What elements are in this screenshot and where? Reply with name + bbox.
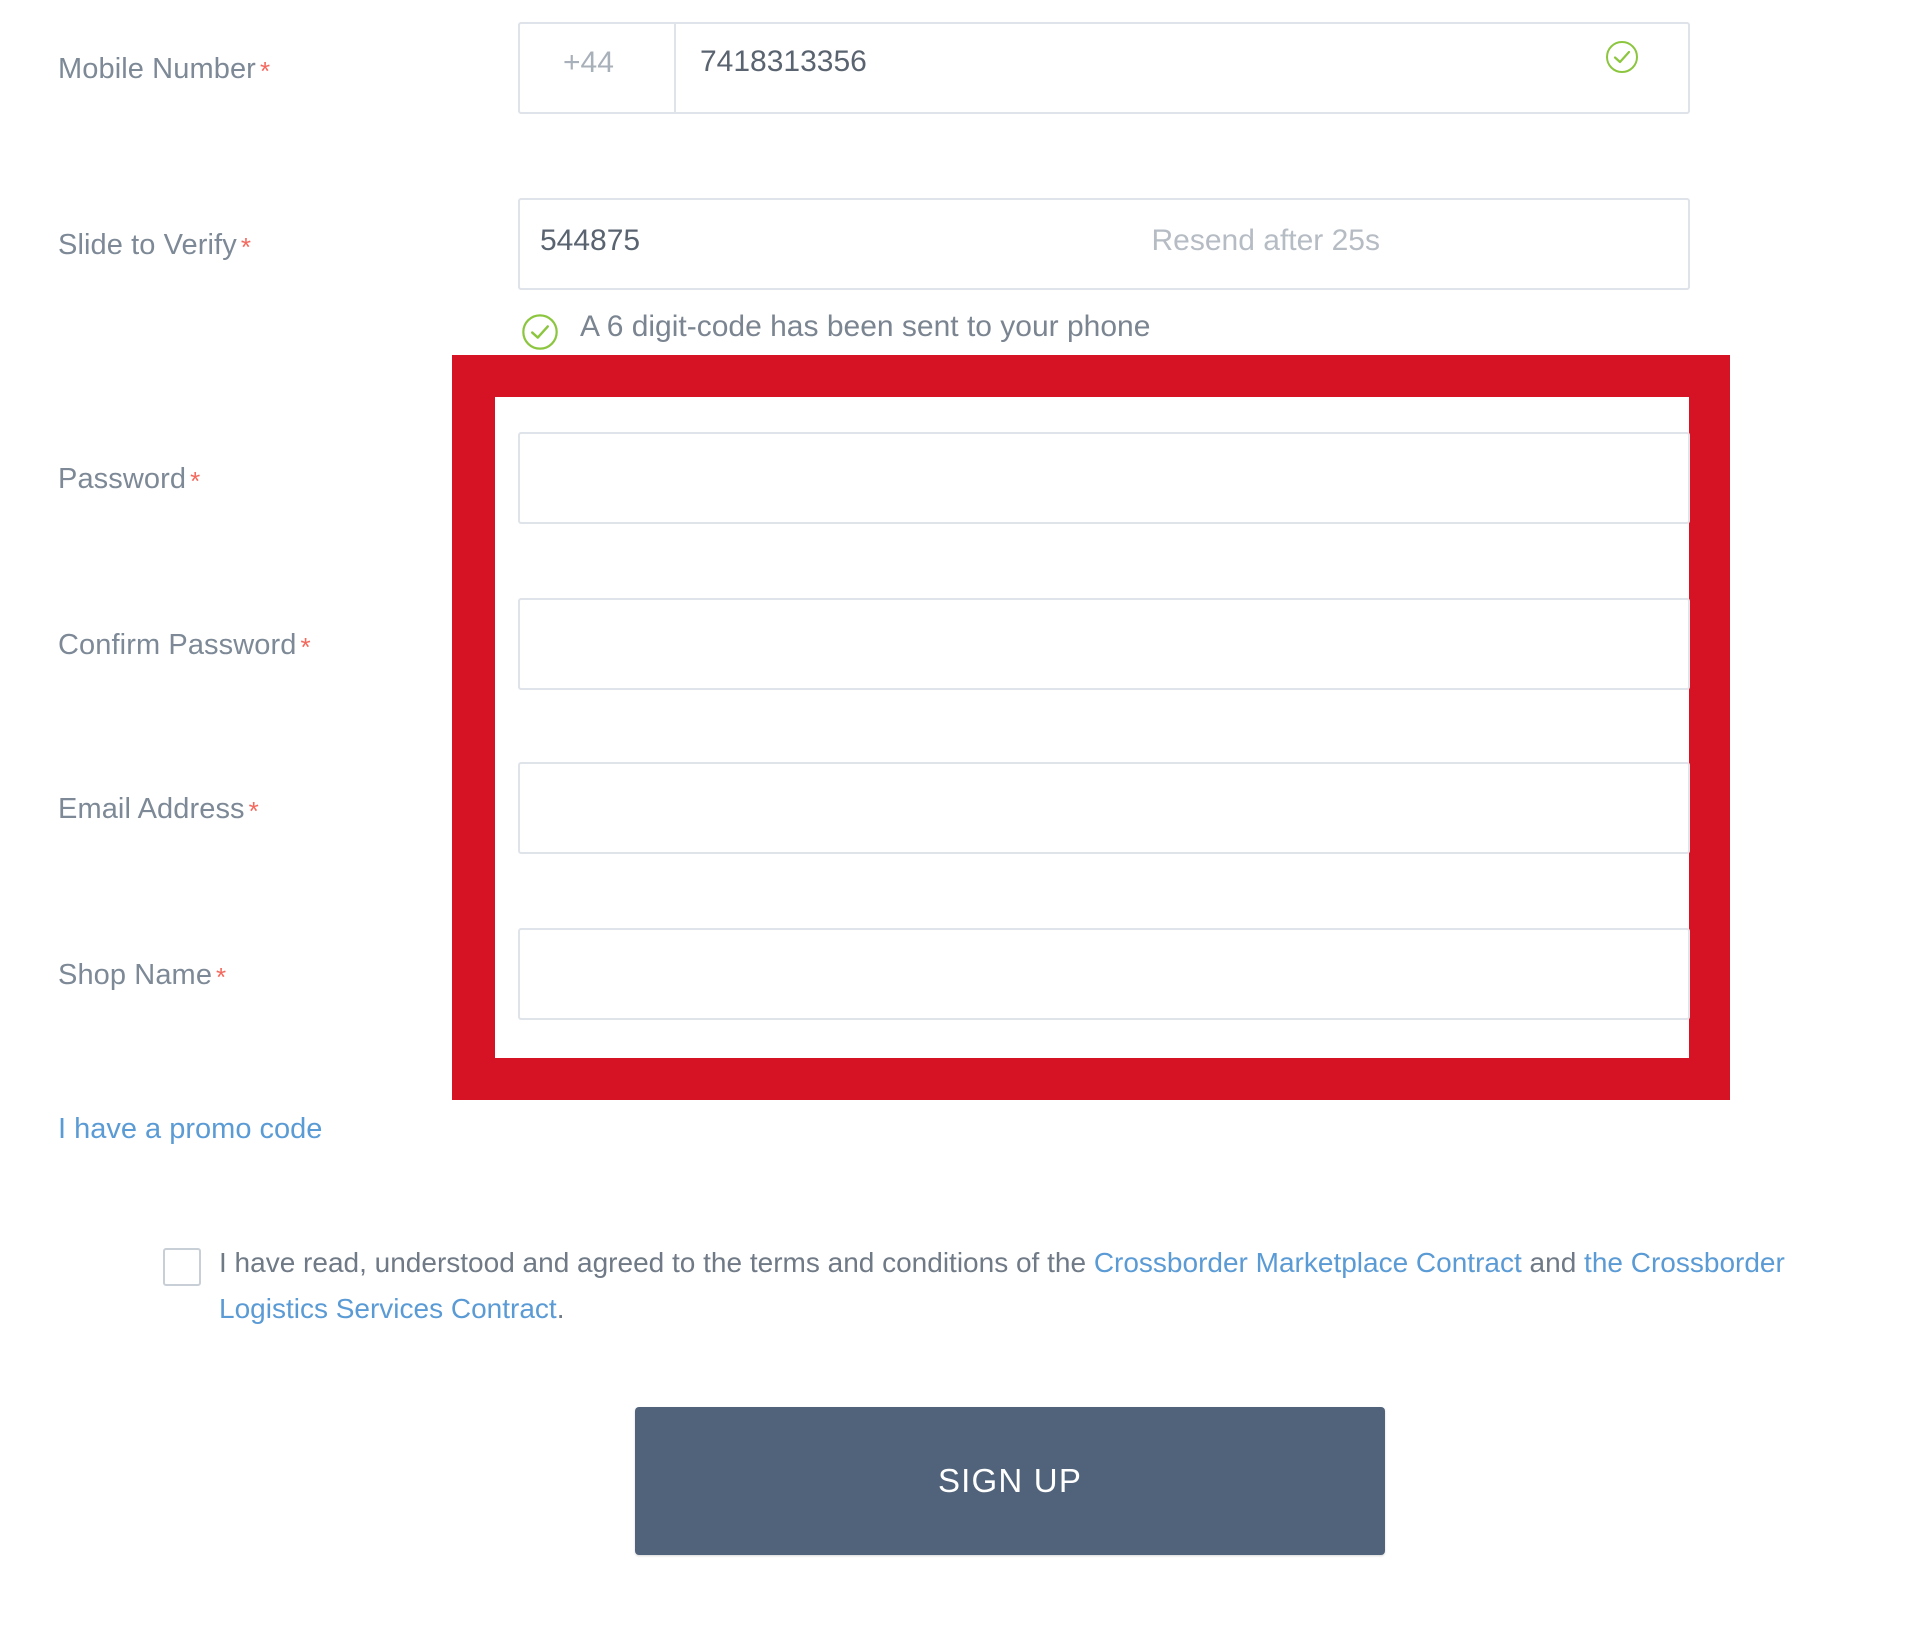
- shop-name-input[interactable]: [518, 928, 1690, 1020]
- mobile-number-value: 7418313356: [700, 45, 867, 78]
- country-code-value: +44: [563, 46, 614, 79]
- check-circle-icon: [520, 312, 560, 352]
- required-asterisk: *: [190, 466, 201, 496]
- required-asterisk: *: [300, 632, 311, 662]
- terms-text-before: I have read, understood and agreed to th…: [219, 1247, 1094, 1278]
- required-asterisk: *: [248, 796, 259, 826]
- verification-hint-text: A 6 digit-code has been sent to your pho…: [580, 310, 1151, 343]
- shop-name-label-text: Shop Name: [58, 959, 213, 991]
- terms-text-middle: and: [1521, 1247, 1585, 1278]
- required-asterisk: *: [240, 232, 252, 262]
- verification-code-input[interactable]: [518, 198, 1690, 290]
- mobile-number-label: Mobile Number *: [58, 53, 270, 86]
- slide-to-verify-label: Slide to Verify *: [58, 229, 251, 262]
- check-circle-icon: [1604, 39, 1640, 75]
- email-address-label-text: Email Address: [58, 793, 245, 825]
- password-input[interactable]: [518, 432, 1690, 524]
- terms-text-after: .: [556, 1293, 565, 1324]
- confirm-password-label: Confirm Password *: [58, 629, 311, 662]
- required-asterisk: *: [216, 962, 227, 992]
- sign-up-button[interactable]: SIGN UP: [635, 1407, 1385, 1555]
- mobile-number-input[interactable]: [518, 22, 1690, 114]
- shop-name-label: Shop Name *: [58, 959, 226, 992]
- password-label: Password *: [58, 463, 200, 496]
- promo-code-link[interactable]: I have a promo code: [58, 1113, 322, 1146]
- email-address-label: Email Address *: [58, 793, 259, 826]
- password-label-text: Password: [58, 463, 187, 495]
- email-address-input[interactable]: [518, 762, 1690, 854]
- signup-page: Mobile Number * +44 7418313356 Slide to V…: [0, 0, 1920, 1632]
- terms-checkbox[interactable]: [163, 1248, 201, 1286]
- verification-code-value: 544875: [540, 224, 641, 257]
- mobile-number-label-text: Mobile Number: [58, 53, 256, 85]
- slide-to-verify-label-text: Slide to Verify: [58, 229, 237, 261]
- confirm-password-input[interactable]: [518, 598, 1690, 690]
- marketplace-contract-link[interactable]: Crossborder Marketplace Contract: [1094, 1247, 1522, 1278]
- confirm-password-label-text: Confirm Password: [58, 629, 297, 661]
- terms-text: I have read, understood and agreed to th…: [163, 1240, 1823, 1332]
- required-asterisk: *: [259, 56, 271, 86]
- terms-row: I have read, understood and agreed to th…: [163, 1240, 1823, 1332]
- resend-timer-text[interactable]: Resend after 25s: [1152, 224, 1380, 258]
